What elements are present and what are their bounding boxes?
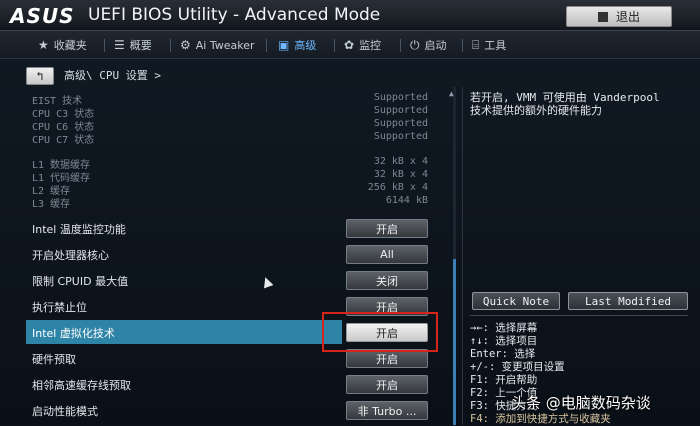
tab-label: 工具 bbox=[484, 39, 507, 52]
setting-row-boot-performance[interactable]: 启动性能模式 非 Turbo ... bbox=[26, 398, 430, 422]
key-hint: ↑↓: 选择项目 bbox=[470, 335, 538, 347]
setting-value-button[interactable]: 关闭 bbox=[346, 271, 428, 290]
asus-logo: ASUS bbox=[10, 4, 75, 28]
setting-value-button[interactable]: 开启 bbox=[346, 219, 428, 238]
star-icon: ★ bbox=[38, 38, 49, 52]
watermark: 头条 @电脑数码杂谈 bbox=[511, 394, 651, 412]
help-line: 若开启, VMM 可使用由 Vanderpool bbox=[470, 91, 660, 104]
nav-divider bbox=[104, 39, 105, 52]
tab-ai-tweaker[interactable]: ⚙ Ai Tweaker bbox=[180, 35, 255, 55]
help-text: 若开启, VMM 可使用由 Vanderpool 技术提供的额外的硬件能力 bbox=[470, 91, 690, 117]
key-hint: F1: 开启帮助 bbox=[470, 374, 538, 386]
key-hint: F4: 添加到快捷方式与收藏夹 bbox=[470, 413, 611, 425]
info-row: L2 缓存 256 kB x 4 bbox=[32, 182, 428, 197]
setting-label: 启动性能模式 bbox=[32, 405, 98, 418]
setting-row-cpuid-limit[interactable]: 限制 CPUID 最大值 关闭 bbox=[26, 268, 430, 292]
scroll-up-icon[interactable]: ▲ bbox=[449, 89, 454, 98]
nav-divider bbox=[266, 39, 267, 52]
list-icon: ☰ bbox=[114, 38, 125, 52]
title-bar: ASUS UEFI BIOS Utility - Advanced Mode 退… bbox=[0, 0, 700, 31]
tab-advanced[interactable]: ▣ 高级 bbox=[278, 35, 316, 55]
highlight-box bbox=[322, 312, 438, 352]
info-row: L1 代码缓存 32 kB x 4 bbox=[32, 169, 428, 184]
setting-label: 相邻高速缓存线预取 bbox=[32, 379, 131, 392]
info-row: CPU C6 状态 Supported bbox=[32, 118, 428, 133]
setting-row-virtualization[interactable]: Intel 虚拟化技术 bbox=[26, 320, 342, 344]
info-value: 256 kB x 4 bbox=[367, 182, 428, 193]
exit-icon bbox=[597, 11, 608, 22]
panel-divider bbox=[462, 87, 463, 425]
info-value: 32 kB x 4 bbox=[373, 156, 428, 167]
info-label: CPU C6 状态 bbox=[32, 122, 95, 133]
nav-divider bbox=[400, 39, 401, 52]
exit-button[interactable]: 退出 bbox=[566, 6, 672, 27]
info-label: L1 代码缓存 bbox=[32, 173, 91, 184]
setting-row-adjacent-prefetch[interactable]: 相邻高速缓存线预取 开启 bbox=[26, 372, 430, 396]
main-panel: ↰ 高级\ CPU 设置 > EIST 技术 Supported CPU C3 … bbox=[0, 59, 700, 425]
info-value: 32 kB x 4 bbox=[373, 169, 428, 180]
tab-summary[interactable]: ☰ 概要 bbox=[114, 35, 152, 55]
info-value: Supported bbox=[373, 131, 428, 142]
tweaker-icon: ⚙ bbox=[180, 38, 191, 52]
setting-label: 限制 CPUID 最大值 bbox=[32, 275, 129, 288]
app-title: UEFI BIOS Utility - Advanced Mode bbox=[88, 5, 381, 25]
tab-label: Ai Tweaker bbox=[195, 38, 255, 52]
scrollbar-thumb[interactable] bbox=[453, 259, 456, 425]
key-hint: →←: 选择屏幕 bbox=[470, 322, 538, 334]
info-value: 6144 kB bbox=[385, 195, 428, 206]
setting-label: 开启处理器核心 bbox=[32, 249, 109, 262]
setting-row-cpu-cores[interactable]: 开启处理器核心 All bbox=[26, 242, 430, 266]
setting-label: 执行禁止位 bbox=[32, 301, 87, 314]
info-value: Supported bbox=[373, 118, 428, 129]
info-row: CPU C3 状态 Supported bbox=[32, 105, 428, 120]
exit-label: 退出 bbox=[615, 10, 640, 24]
tab-monitor[interactable]: ✿ 监控 bbox=[344, 35, 381, 55]
nav-divider bbox=[170, 39, 171, 52]
tab-boot[interactable]: ⏻ 启动 bbox=[410, 35, 447, 55]
nav-divider bbox=[462, 39, 463, 52]
nav-bar: ★ 收藏夹 ☰ 概要 ⚙ Ai Tweaker ▣ 高级 ✿ 监控 ⏻ 启动 ⌸… bbox=[0, 31, 700, 59]
info-value: Supported bbox=[373, 92, 428, 103]
setting-value-button[interactable]: 非 Turbo ... bbox=[346, 401, 428, 420]
advanced-icon: ▣ bbox=[278, 38, 290, 52]
setting-value-button[interactable]: All bbox=[346, 245, 428, 264]
info-label: EIST 技术 bbox=[32, 96, 83, 107]
info-row: L1 数据缓存 32 kB x 4 bbox=[32, 156, 428, 171]
quick-note-button[interactable]: Quick Note bbox=[472, 292, 560, 310]
key-hint: Enter: 选择 bbox=[470, 348, 536, 360]
setting-row-temp-monitor[interactable]: Intel 温度监控功能 开启 bbox=[26, 216, 430, 240]
nav-divider bbox=[334, 39, 335, 52]
tab-label: 启动 bbox=[424, 39, 447, 52]
info-label: L2 缓存 bbox=[32, 186, 71, 197]
setting-label: Intel 虚拟化技术 bbox=[32, 327, 115, 340]
setting-label: 硬件预取 bbox=[32, 353, 76, 366]
tab-tools[interactable]: ⌸ 工具 bbox=[472, 35, 506, 55]
info-row: CPU C7 状态 Supported bbox=[32, 131, 428, 146]
key-hint: +/-: 变更项目设置 bbox=[470, 361, 565, 373]
tool-icon: ⌸ bbox=[472, 37, 480, 52]
tab-label: 高级 bbox=[294, 39, 317, 52]
monitor-icon: ✿ bbox=[344, 38, 355, 52]
power-icon: ⏻ bbox=[410, 37, 420, 52]
help-line: 技术提供的额外的硬件能力 bbox=[470, 104, 602, 117]
info-label: CPU C3 状态 bbox=[32, 109, 95, 120]
settings-list: EIST 技术 Supported CPU C3 状态 Supported CP… bbox=[0, 59, 450, 425]
setting-value-button[interactable]: 开启 bbox=[346, 375, 428, 394]
setting-label: Intel 温度监控功能 bbox=[32, 223, 126, 236]
info-row: EIST 技术 Supported bbox=[32, 92, 428, 107]
info-label: L3 缓存 bbox=[32, 199, 71, 210]
side-divider bbox=[470, 315, 688, 316]
info-row: L3 缓存 6144 kB bbox=[32, 195, 428, 210]
tab-label: 监控 bbox=[359, 39, 382, 52]
last-modified-button[interactable]: Last Modified bbox=[568, 292, 688, 310]
tab-favorites[interactable]: ★ 收藏夹 bbox=[38, 35, 87, 55]
info-label: CPU C7 状态 bbox=[32, 135, 95, 146]
tab-label: 概要 bbox=[129, 39, 152, 52]
info-label: L1 数据缓存 bbox=[32, 160, 91, 171]
info-value: Supported bbox=[373, 105, 428, 116]
tab-label: 收藏夹 bbox=[53, 39, 87, 52]
